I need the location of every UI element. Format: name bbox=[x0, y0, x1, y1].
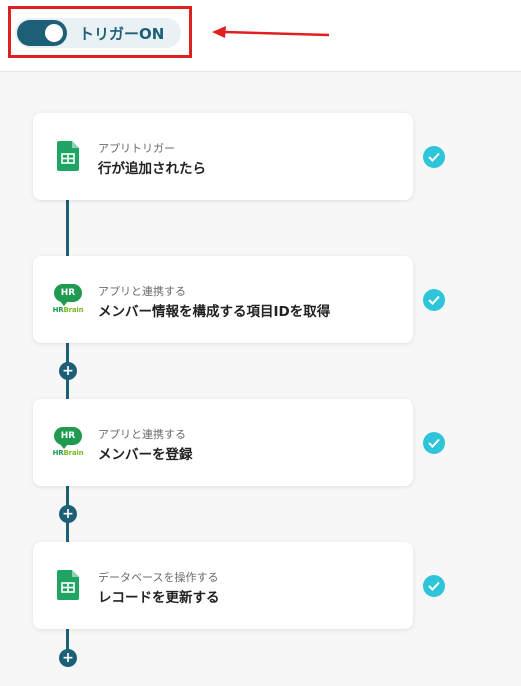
annotation-arrow-icon bbox=[212, 26, 330, 38]
flow-connector bbox=[66, 199, 69, 256]
add-step-button[interactable]: + bbox=[59, 649, 77, 667]
flow-step-card[interactable]: HR HRBrain アプリと連携する メンバー情報を構成する項目IDを取得 bbox=[33, 256, 413, 343]
google-sheets-icon bbox=[51, 566, 85, 604]
google-sheets-icon bbox=[51, 137, 85, 175]
plus-icon: + bbox=[62, 363, 74, 379]
step-title: メンバーを登録 bbox=[98, 447, 193, 463]
step-subtitle: アプリトリガー bbox=[98, 142, 175, 155]
check-icon bbox=[423, 289, 445, 311]
check-icon bbox=[423, 432, 445, 454]
hrbrain-logo: HR HRBrain bbox=[51, 423, 85, 461]
hrbrain-logo: HR HRBrain bbox=[51, 280, 85, 318]
check-icon bbox=[423, 146, 445, 168]
plus-icon: + bbox=[62, 650, 74, 666]
step-title: 行が追加されたら bbox=[98, 161, 206, 177]
step-title: メンバー情報を構成する項目IDを取得 bbox=[98, 304, 331, 320]
add-step-button[interactable]: + bbox=[59, 362, 77, 380]
step-subtitle: アプリと連携する bbox=[98, 428, 186, 441]
check-icon bbox=[423, 575, 445, 597]
add-step-button[interactable]: + bbox=[59, 505, 77, 523]
flow-step-card[interactable]: HR HRBrain アプリと連携する メンバーを登録 bbox=[33, 399, 413, 486]
step-subtitle: データベースを操作する bbox=[98, 571, 219, 584]
step-subtitle: アプリと連携する bbox=[98, 285, 186, 298]
annotation-highlight-box bbox=[8, 6, 192, 58]
step-title: レコードを更新する bbox=[98, 590, 220, 606]
flow-step-card[interactable]: データベースを操作する レコードを更新する bbox=[33, 542, 413, 629]
plus-icon: + bbox=[62, 506, 74, 522]
flow-step-card[interactable]: アプリトリガー 行が追加されたら bbox=[33, 113, 413, 200]
